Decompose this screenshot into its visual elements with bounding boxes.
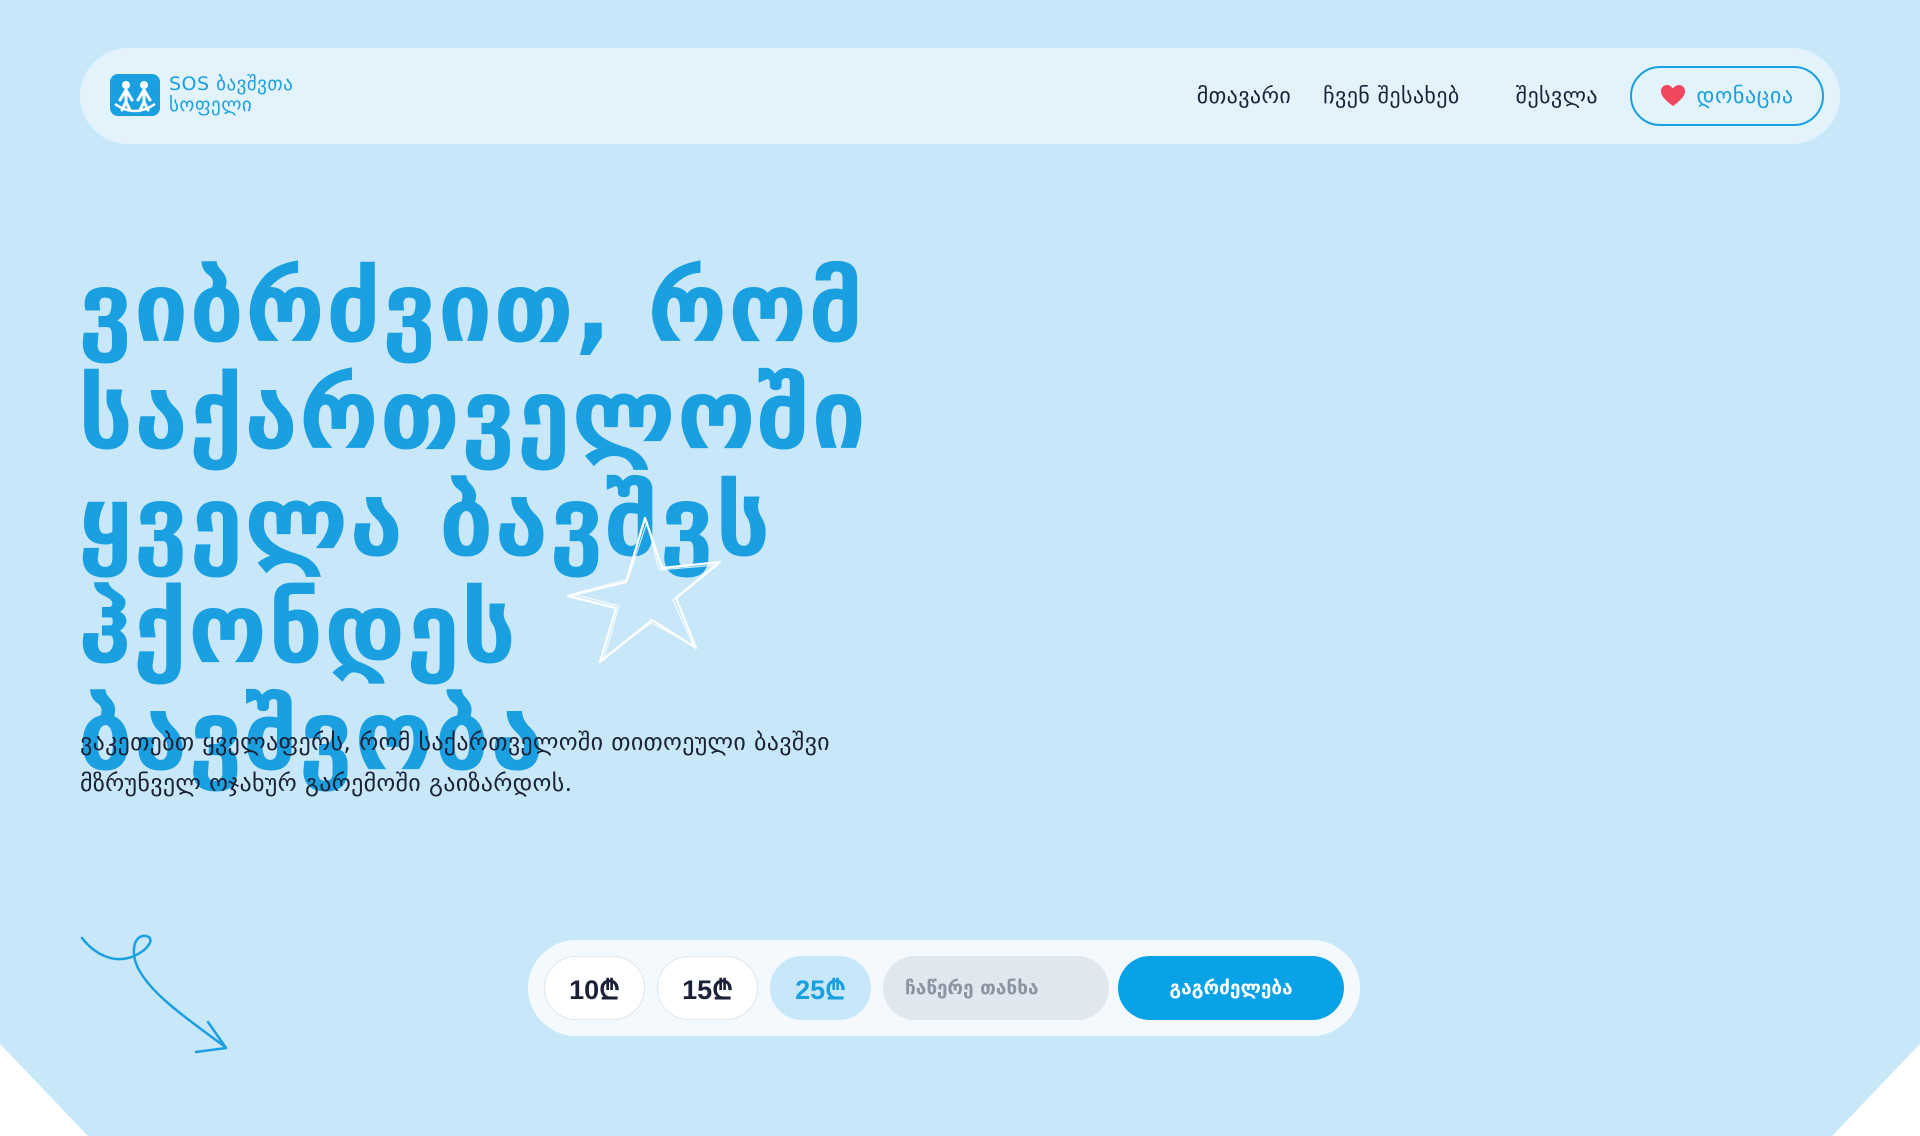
continue-button[interactable]: გაგრძელება	[1118, 956, 1344, 1020]
star-doodle-icon	[566, 516, 722, 664]
logo-text: SOS ბავშვთა სოფელი	[169, 74, 293, 116]
donation-widget: 10₾ 15₾ 25₾ გაგრძელება	[528, 940, 1360, 1036]
hero-title-line: ვიბრძვით, რომ	[78, 251, 865, 364]
hero-subtitle-line: მზრუნველ ოჯახურ გარემოში გაიზარდოს.	[80, 769, 573, 797]
site-header: SOS ბავშვთა სოფელი მთავარი ჩვენ შესახებ …	[80, 48, 1840, 144]
curly-arrow-icon	[80, 934, 228, 1054]
hero-subtitle-line: ვაკეთებთ ყველაფერს, რომ საქართველოში თით…	[80, 728, 830, 756]
hero-title-line: საქართველოში	[78, 358, 867, 471]
nav-about-link[interactable]: ჩვენ შესახებ	[1323, 84, 1460, 109]
heart-icon	[1661, 85, 1686, 106]
nav-login-link[interactable]: შესვლა	[1516, 84, 1598, 109]
hero-title: ვიბრძვით, რომ საქართველოში ყველა ბავშვს …	[78, 254, 978, 789]
logo-link[interactable]: SOS ბავშვთა სოფელი	[110, 74, 293, 116]
hero-title-line: ჰქონდეს	[78, 572, 518, 685]
hero-subtitle: ვაკეთებთ ყველაფერს, რომ საქართველოში თით…	[80, 722, 980, 804]
logo-line-1: SOS ბავშვთა	[169, 73, 294, 95]
sos-logo-icon	[110, 74, 160, 116]
donate-button[interactable]: დონაცია	[1630, 66, 1824, 126]
amount-option-button[interactable]: 15₾	[657, 956, 758, 1020]
nav-home-link[interactable]: მთავარი	[1197, 84, 1291, 109]
amount-option-button-selected[interactable]: 25₾	[770, 956, 871, 1020]
main-nav: მთავარი ჩვენ შესახებ შესვლა დონაცია	[1197, 64, 1824, 128]
custom-amount-input[interactable]	[883, 956, 1109, 1020]
amount-option-button[interactable]: 10₾	[544, 956, 645, 1020]
donate-label: დონაცია	[1696, 83, 1794, 108]
hero-title-line: ყველა ბავშვს	[78, 465, 772, 578]
logo-line-2: სოფელი	[169, 94, 253, 116]
